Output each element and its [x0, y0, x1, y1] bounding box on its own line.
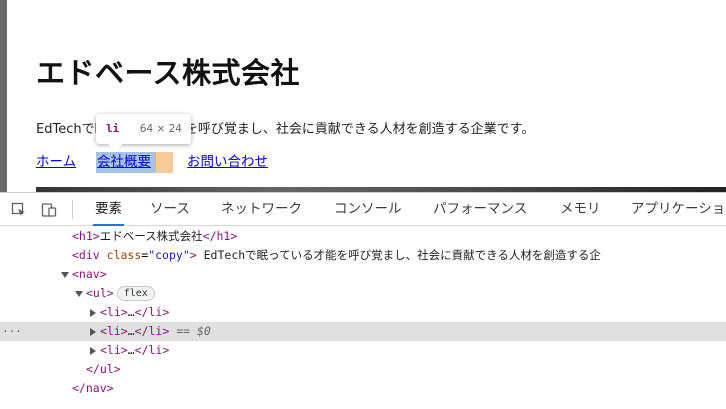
dom-tree: <h1>エドベース株式会社</h1> <div class="copy"> Ed… — [0, 227, 726, 409]
inspect-element-icon[interactable] — [11, 202, 27, 218]
toolbar-separator — [72, 200, 73, 219]
expand-triangle-icon[interactable] — [90, 328, 96, 336]
expand-triangle-icon[interactable] — [90, 347, 96, 355]
tooltip-tag: li — [106, 122, 120, 135]
element-highlight-margin — [156, 152, 173, 173]
nav-link-company[interactable]: 会社概要 — [97, 152, 151, 172]
dom-node-h1[interactable]: <h1>エドベース株式会社</h1> — [0, 227, 726, 246]
row-menu-dots[interactable]: ··· — [2, 322, 22, 341]
devtools-panel: 要素 ソース ネットワーク コンソール パフォーマンス メモリ アプリケーショ … — [0, 192, 726, 409]
tooltip-dimensions: 64 × 24 — [139, 123, 182, 135]
tooltip-arrow — [108, 144, 122, 151]
dom-node-ul-close[interactable]: </ul> — [0, 360, 726, 379]
selected-marker: == $0 — [176, 324, 211, 338]
dom-node-li[interactable]: <li>…</li> — [0, 303, 726, 322]
inspect-tooltip: li 64 × 24 — [96, 114, 191, 151]
page-title: エドベース株式会社 — [36, 56, 301, 90]
tab-sources[interactable]: ソース — [150, 193, 190, 226]
expand-triangle-icon[interactable] — [90, 309, 96, 317]
tab-elements[interactable]: 要素 — [93, 193, 124, 226]
devtools-toolbar: 要素 ソース ネットワーク コンソール パフォーマンス メモリ アプリケーショ — [0, 193, 726, 226]
tab-memory[interactable]: メモリ — [560, 193, 601, 226]
tab-application[interactable]: アプリケーショ — [631, 193, 725, 226]
page-preview: エドベース株式会社 EdTechで眠っている才能を呼び覚まし、社会に貢献できる人… — [0, 0, 726, 192]
nav-link-home[interactable]: ホーム — [36, 152, 76, 172]
dom-node-nav-close[interactable]: </nav> — [0, 379, 726, 398]
dom-node-nav[interactable]: <nav> — [0, 265, 726, 284]
tab-network[interactable]: ネットワーク — [221, 193, 302, 226]
dom-node-li-selected[interactable]: ··· <li>…</li> == $0 — [0, 322, 726, 341]
dom-node-div-copy[interactable]: <div class="copy"> EdTechで眠っている才能を呼び覚まし、… — [0, 246, 726, 265]
nav-link-contact[interactable]: お問い合わせ — [187, 152, 268, 172]
device-toggle-icon[interactable] — [41, 202, 57, 218]
tab-performance[interactable]: パフォーマンス — [433, 193, 527, 226]
tab-console[interactable]: コンソール — [334, 193, 402, 226]
collapse-triangle-icon[interactable] — [75, 291, 83, 297]
collapse-triangle-icon[interactable] — [61, 272, 69, 278]
dom-node-ul[interactable]: <ul> flex — [0, 284, 726, 303]
left-edge-bar — [0, 0, 7, 192]
dom-node-li[interactable]: <li>…</li> — [0, 341, 726, 360]
flex-badge[interactable]: flex — [116, 286, 155, 301]
